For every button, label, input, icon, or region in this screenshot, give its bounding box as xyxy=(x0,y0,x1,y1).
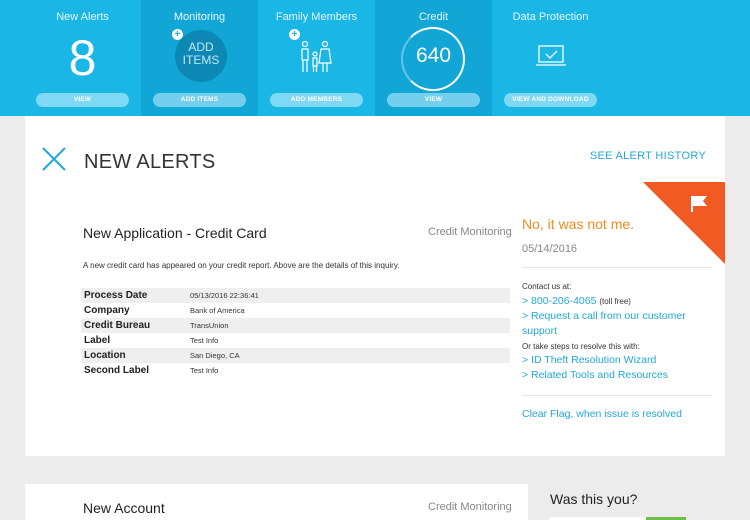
detail-value: Test Info xyxy=(190,366,219,375)
detail-value: 05/13/2016 22:36:41 xyxy=(187,288,510,303)
view-and-download-button[interactable]: VIEW AND DOWNLOAD xyxy=(504,93,597,107)
alert-description: A new credit card has appeared on your c… xyxy=(83,261,400,270)
alert-title: New Application - Credit Card xyxy=(83,225,267,241)
table-row: Location San Diego, CA xyxy=(81,348,510,363)
alert-category: Credit Monitoring xyxy=(428,501,512,513)
detail-label: Credit Bureau xyxy=(81,318,187,333)
clear-flag-link[interactable]: Clear Flag, when issue is resolved xyxy=(522,408,682,420)
plus-icon: + xyxy=(172,29,183,40)
detail-label: Label xyxy=(84,335,111,346)
request-call-link[interactable]: > Request a call from our customer suppo… xyxy=(522,309,712,339)
alert-category: Credit Monitoring xyxy=(428,226,512,238)
tile-title: Data Protection xyxy=(512,11,589,23)
alert-date: 05/14/2016 xyxy=(522,243,578,255)
divider xyxy=(522,395,712,396)
close-icon[interactable] xyxy=(41,146,67,172)
page-title: NEW ALERTS xyxy=(84,151,216,173)
new-alerts-panel: NEW ALERTS SEE ALERT HISTORY New Applica… xyxy=(25,116,725,456)
see-alert-history-link[interactable]: SEE ALERT HISTORY xyxy=(590,150,706,162)
id-theft-wizard-link[interactable]: > ID Theft Resolution Wizard xyxy=(522,353,656,368)
tile-title: New Alerts xyxy=(56,11,109,23)
detail-value: San Diego, CA xyxy=(187,348,510,363)
contact-label: Contact us at: xyxy=(522,282,572,291)
table-row: Credit Bureau TransUnion xyxy=(81,318,510,333)
add-members-button[interactable]: ADD MEMBERS xyxy=(270,93,363,107)
phone-link[interactable]: > 800-206-4065 (toll free) xyxy=(522,294,631,309)
view-credit-button[interactable]: VIEW xyxy=(387,93,480,107)
family-icon xyxy=(301,40,332,72)
add-items-circle[interactable]: ADD ITEMS xyxy=(175,30,227,82)
was-this-you-heading: Was this you? xyxy=(550,491,638,507)
toll-free-label: (toll free) xyxy=(599,297,631,306)
related-tools-link[interactable]: > Related Tools and Resources xyxy=(522,368,668,383)
credit-score: 640 xyxy=(415,44,452,67)
tile-title: Family Members xyxy=(275,11,358,23)
alert-title: New Account xyxy=(83,500,165,516)
steps-label: Or take steps to resolve this with: xyxy=(522,342,640,351)
summary-tile-bar: New Alerts 8 VIEW Monitoring ADD ITEMS +… xyxy=(0,0,750,116)
plus-icon: + xyxy=(289,29,300,40)
phone-number[interactable]: > 800-206-4065 xyxy=(522,295,596,307)
table-row: Second Label Test Info xyxy=(81,363,510,378)
tile-new-alerts[interactable]: New Alerts 8 VIEW xyxy=(24,0,141,116)
table-row: Label Test Info xyxy=(81,333,510,348)
alert-card-new-account: New Account Credit Monitoring xyxy=(25,484,528,520)
tile-family-members[interactable]: Family Members + ADD MEMBERS xyxy=(258,0,375,116)
detail-value: TransUnion xyxy=(187,318,510,333)
laptop-check-icon xyxy=(536,45,566,66)
detail-label: Process Date xyxy=(81,288,187,303)
detail-label: Second Label xyxy=(84,365,150,376)
add-items-button[interactable]: ADD ITEMS xyxy=(153,93,246,107)
divider xyxy=(522,267,712,268)
alert-details-table: Process Date 05/13/2016 22:36:41 Company B… xyxy=(81,288,510,378)
flag-icon[interactable] xyxy=(643,182,725,264)
detail-label: Company xyxy=(84,305,130,316)
tile-data-protection[interactable]: Data Protection VIEW AND DOWNLOAD xyxy=(492,0,609,116)
detail-label: Location xyxy=(81,348,187,363)
view-alerts-button[interactable]: VIEW xyxy=(36,93,129,107)
tile-monitoring[interactable]: Monitoring ADD ITEMS + ADD ITEMS xyxy=(141,0,258,116)
tile-credit[interactable]: Credit 640 VIEW xyxy=(375,0,492,116)
detail-value: Test Info xyxy=(190,336,219,345)
tile-title: Credit xyxy=(418,11,449,23)
tile-title: Monitoring xyxy=(173,11,226,23)
alerts-count: 8 xyxy=(68,30,97,86)
not-me-button[interactable]: No, it was not me. xyxy=(522,216,634,232)
table-row: Process Date 05/13/2016 22:36:41 xyxy=(81,288,510,303)
table-row: Company Bank of America xyxy=(81,303,510,318)
detail-value: Bank of America xyxy=(190,306,245,315)
